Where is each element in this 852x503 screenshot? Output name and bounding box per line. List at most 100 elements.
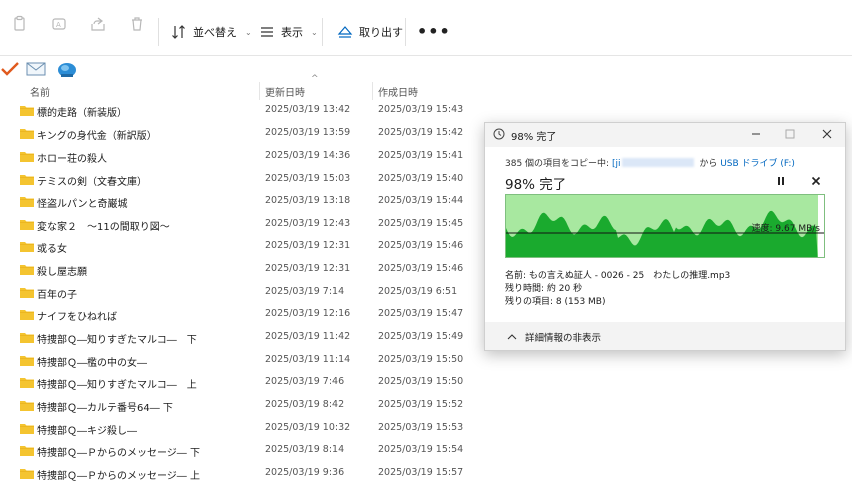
- cancel-copy-icon[interactable]: [809, 174, 823, 188]
- current-file-name: 名前: もの言えぬ証人 - 0026 - 25 わたしの推理.mp3: [505, 271, 731, 281]
- created-date: 2025/03/19 15:46: [378, 240, 464, 251]
- table-row[interactable]: 特捜部Ｑ―Ｐからのメッセージ― 下 2025/03/19 8:14 2025/0…: [0, 440, 480, 462]
- view-button[interactable]: 表示 ⌄: [259, 18, 318, 46]
- file-name: 特捜部Ｑ―Ｐからのメッセージ― 下: [37, 448, 200, 459]
- file-name: ナイフをひねれば: [37, 312, 117, 323]
- file-name: 百年の子: [37, 290, 77, 301]
- copy-icon[interactable]: [11, 15, 29, 33]
- table-row[interactable]: テミスの剣（文春文庫） 2025/03/19 15:03 2025/03/19 …: [0, 169, 480, 191]
- destination-link[interactable]: USB ドライブ (F:): [720, 159, 795, 169]
- table-row[interactable]: 特捜部Ｑ―Ｐからのメッセージ― 上 2025/03/19 9:36 2025/0…: [0, 463, 480, 485]
- table-row[interactable]: 或る女 2025/03/19 12:31 2025/03/19 15:46: [0, 236, 480, 258]
- column-modified[interactable]: 更新日時: [265, 82, 371, 100]
- created-date: 2025/03/19 15:50: [378, 376, 464, 387]
- items-remaining: 残りの項目: 8 (153 MB): [505, 297, 606, 307]
- folder-icon: [20, 129, 34, 139]
- file-name: 殺し屋志願: [37, 267, 87, 278]
- column-created-label: 作成日時: [378, 87, 418, 99]
- folder-icon: [20, 333, 34, 343]
- pause-icon[interactable]: [774, 174, 788, 188]
- table-row[interactable]: 怪盗ルパンと奇巌城 2025/03/19 13:18 2025/03/19 15…: [0, 191, 480, 213]
- file-name: 特捜部Ｑ―カルテ番号64― 下: [37, 403, 173, 414]
- delete-icon[interactable]: [128, 15, 146, 33]
- modified-date: 2025/03/19 13:42: [265, 104, 351, 115]
- eject-icon: [337, 26, 353, 38]
- table-row[interactable]: ナイフをひねれば 2025/03/19 12:16 2025/03/19 15:…: [0, 304, 480, 326]
- folder-icon: [20, 288, 34, 298]
- cloud-shell-icon[interactable]: [56, 60, 78, 78]
- file-name: ホロー荘の殺人: [37, 154, 107, 165]
- hide-details-button[interactable]: 詳細情報の非表示: [507, 330, 601, 344]
- speed-label: 速度: 9.67 MB/s: [751, 224, 820, 234]
- percent-complete: 98% 完了: [505, 177, 567, 193]
- modified-date: 2025/03/19 11:14: [265, 354, 351, 365]
- quick-strip: [0, 58, 852, 80]
- view-list-icon: [261, 27, 273, 37]
- eject-button[interactable]: 取り出す: [337, 18, 403, 46]
- created-date: 2025/03/19 15:47: [378, 308, 464, 319]
- table-row[interactable]: ホロー荘の殺人 2025/03/19 14:36 2025/03/19 15:4…: [0, 146, 480, 168]
- rename-icon[interactable]: A: [50, 15, 68, 33]
- chevron-up-icon: [507, 334, 517, 340]
- source-link[interactable]: [ji: [612, 159, 621, 169]
- column-divider[interactable]: [259, 82, 260, 100]
- copy-status-line: 385 個の項目をコピー中: [ji から USB ドライブ (F:): [505, 156, 795, 169]
- folder-icon: [20, 469, 34, 479]
- dialog-titlebar[interactable]: 98% 完了: [485, 123, 845, 145]
- table-row[interactable]: 特捜部Ｑ―知りすぎたマルコ― 下 2025/03/19 11:42 2025/0…: [0, 327, 480, 349]
- table-row[interactable]: 百年の子 2025/03/19 7:14 2025/03/19 6:51: [0, 282, 480, 304]
- table-row[interactable]: 特捜部Ｑ―知りすぎたマルコ― 上 2025/03/19 7:46 2025/03…: [0, 372, 480, 394]
- created-date: 2025/03/19 15:57: [378, 467, 464, 478]
- table-row[interactable]: 特捜部Ｑ―カルテ番号64― 下 2025/03/19 8:42 2025/03/…: [0, 395, 480, 417]
- file-name: 変な家２ ～11の間取り図～: [37, 222, 170, 233]
- toolbar-divider: [158, 18, 159, 46]
- mail-icon[interactable]: [24, 60, 48, 78]
- created-date: 2025/03/19 15:45: [378, 218, 464, 229]
- checkmark-icon[interactable]: [0, 60, 20, 78]
- table-row[interactable]: 特捜部Ｑ―キジ殺し― 2025/03/19 10:32 2025/03/19 1…: [0, 418, 480, 440]
- column-created[interactable]: 作成日時: [378, 82, 468, 100]
- file-name: 特捜部Ｑ―キジ殺し―: [37, 426, 137, 437]
- file-name: 或る女: [37, 244, 67, 255]
- modified-date: 2025/03/19 15:03: [265, 173, 351, 184]
- table-row[interactable]: キングの身代金（新訳版） 2025/03/19 13:59 2025/03/19…: [0, 123, 480, 145]
- dialog-body: 385 個の項目をコピー中: [ji から USB ドライブ (F:) 98% …: [485, 147, 845, 322]
- dialog-footer: 詳細情報の非表示: [485, 322, 845, 350]
- sort-button[interactable]: 並べ替え ⌄: [171, 18, 252, 46]
- table-row[interactable]: 特捜部Ｑ―檻の中の女― 2025/03/19 11:14 2025/03/19 …: [0, 350, 480, 372]
- created-date: 2025/03/19 15:42: [378, 127, 464, 138]
- maximize-icon: [782, 126, 798, 142]
- table-row[interactable]: 変な家２ ～11の間取り図～ 2025/03/19 12:43 2025/03/…: [0, 214, 480, 236]
- file-name: テミスの剣（文春文庫）: [37, 177, 147, 188]
- modified-date: 2025/03/19 13:18: [265, 195, 351, 206]
- share-icon[interactable]: [89, 15, 107, 33]
- modified-date: 2025/03/19 12:43: [265, 218, 351, 229]
- folder-icon: [20, 106, 34, 116]
- modified-date: 2025/03/19 10:32: [265, 422, 351, 433]
- column-name[interactable]: 名前: [30, 82, 258, 100]
- modified-date: 2025/03/19 7:14: [265, 286, 345, 297]
- file-name: 特捜部Ｑ―知りすぎたマルコ― 上: [37, 380, 197, 391]
- copy-progress-dialog: 98% 完了 385 個の項目をコピー中: [ji から USB ドライブ (F…: [484, 122, 846, 351]
- minimize-icon[interactable]: [748, 126, 764, 142]
- chevron-down-icon: ⌄: [245, 27, 252, 37]
- modified-date: 2025/03/19 9:36: [265, 467, 345, 478]
- file-name: 標的走路（新装版）: [37, 108, 127, 119]
- folder-icon: [20, 220, 34, 230]
- more-options-icon[interactable]: •••: [417, 22, 451, 41]
- created-date: 2025/03/19 15:43: [378, 104, 464, 115]
- modified-date: 2025/03/19 12:31: [265, 263, 351, 274]
- sort-label: 並べ替え: [193, 26, 237, 39]
- created-date: 2025/03/19 15:44: [378, 195, 464, 206]
- close-window-icon[interactable]: [819, 126, 835, 142]
- folder-icon: [20, 175, 34, 185]
- svg-text:A: A: [56, 21, 61, 29]
- column-divider[interactable]: [372, 82, 373, 100]
- table-row[interactable]: 標的走路（新装版） 2025/03/19 13:42 2025/03/19 15…: [0, 100, 480, 122]
- modified-date: 2025/03/19 14:36: [265, 150, 351, 161]
- table-row[interactable]: 殺し屋志願 2025/03/19 12:31 2025/03/19 15:46: [0, 259, 480, 281]
- time-remaining: 残り時間: 約 20 秒: [505, 284, 583, 294]
- modified-date: 2025/03/19 7:46: [265, 376, 345, 387]
- sort-icon: [172, 25, 185, 39]
- folder-icon: [20, 265, 34, 275]
